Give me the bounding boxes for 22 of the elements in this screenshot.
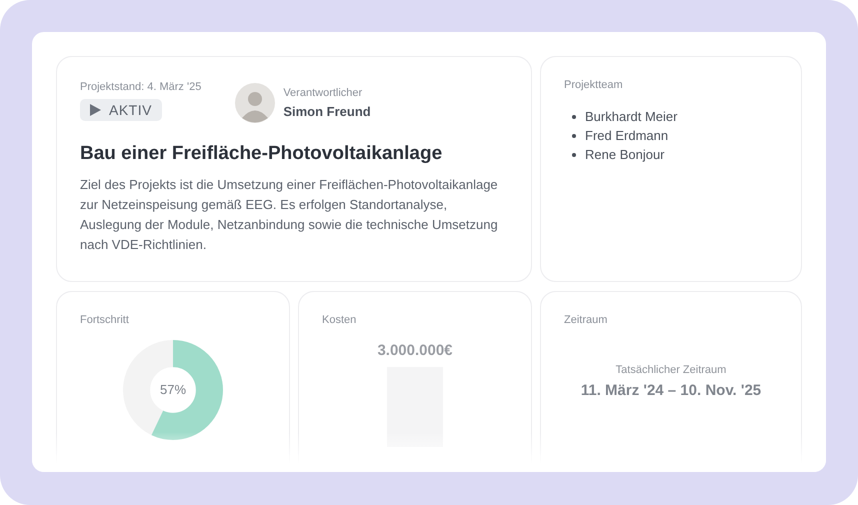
period-range: 11. März '24 – 10. Nov. '25 (580, 382, 762, 399)
status-date: Projektstand: 4. März '25 (80, 81, 202, 93)
team-member: Rene Bonjour (585, 147, 664, 162)
bullet-icon (572, 134, 576, 138)
owner-label: Verantwortlicher (283, 87, 364, 99)
progress-percent: 57% (158, 382, 188, 397)
period-label: Tatsächlicher Zeitraum (616, 364, 726, 376)
owner-name: Simon Freund (283, 104, 371, 119)
period-title: Zeitraum (564, 314, 608, 326)
status-label: AKTIV (109, 102, 152, 118)
team-member: Burkhardt Meier (585, 109, 678, 124)
project-title: Bau einer Freifläche-Photovoltaikanlage (80, 143, 444, 165)
play-icon (90, 104, 101, 116)
cost-amount: 3.000.000€ (377, 342, 453, 359)
costs-title: Kosten (322, 314, 358, 326)
progress-title: Fortschritt (80, 314, 130, 326)
bullet-icon (572, 114, 576, 118)
project-description: Ziel des Projekts ist die Umsetzung einer Freiflächen-Photovoltaikanlage zur Netzeinspeisung gemäß EEG. Es erfolgen Standortanalyse, Auslegung der Module, Netzanbindung sowie die technische Umsetzung nach VDE-Richtlinien. (80, 176, 499, 254)
avatar (235, 83, 276, 123)
bullet-icon (572, 152, 576, 156)
team-member: Fred Erdmann (585, 128, 668, 143)
team-title: Projektteam (564, 79, 624, 91)
